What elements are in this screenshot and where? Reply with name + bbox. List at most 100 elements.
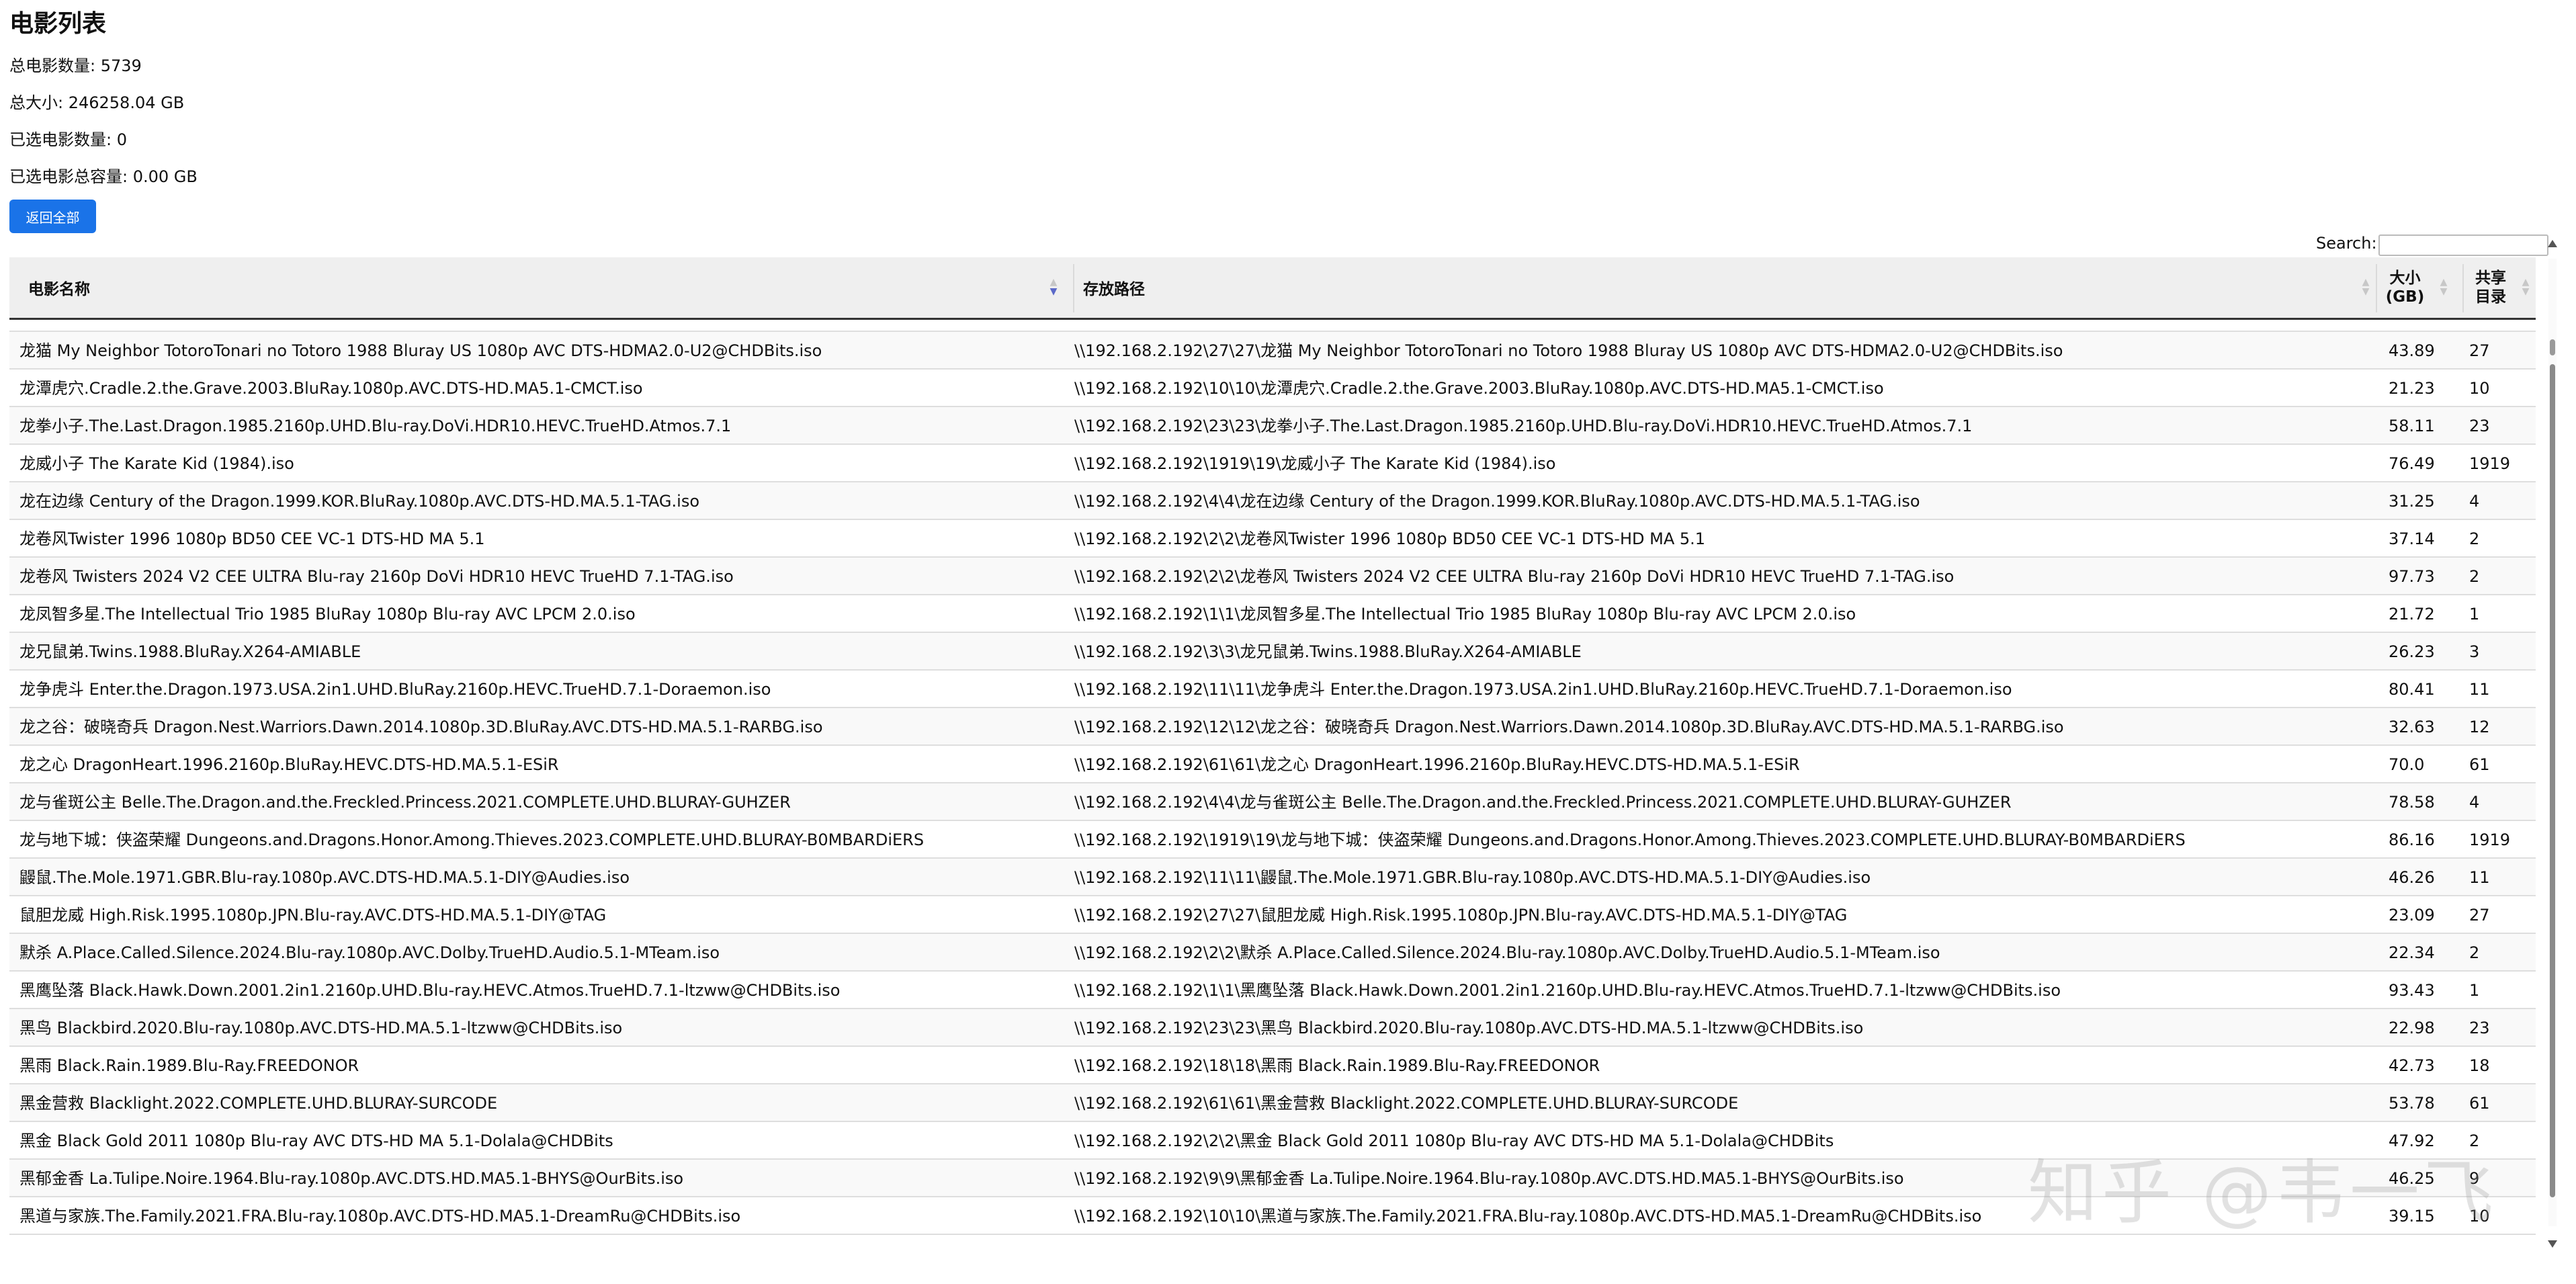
- movie-share-cell: 11: [2469, 868, 2490, 887]
- movie-path-cell: \\192.168.2.192\27\27\鼠胆龙威 High.Risk.199…: [1074, 906, 1848, 925]
- column-header-path[interactable]: 存放路径: [1083, 257, 1145, 318]
- table-row[interactable]: 龙卷风Twister 1996 1080p BD50 CEE VC-1 DTS-…: [9, 520, 2536, 558]
- movie-size-cell: 58.11: [2389, 417, 2435, 435]
- movie-share-cell: 61: [2469, 1094, 2490, 1113]
- movie-share-cell: 1: [2469, 605, 2480, 624]
- movie-share-cell: 2: [2469, 529, 2480, 548]
- movie-share-cell: 2: [2469, 567, 2480, 586]
- table-row[interactable]: 黑金营救 Blacklight.2022.COMPLETE.UHD.BLURAY…: [9, 1084, 2536, 1122]
- movie-name-cell: 龙在边缘 Century of the Dragon.1999.KOR.BluR…: [19, 492, 700, 511]
- movie-size-cell: 37.14: [2389, 529, 2435, 548]
- movie-path-cell: \\192.168.2.192\2\2\龙卷风Twister 1996 1080…: [1074, 529, 1706, 548]
- table-row[interactable]: 黑鸟 Blackbird.2020.Blu-ray.1080p.AVC.DTS-…: [9, 1009, 2536, 1047]
- movie-size-cell: 70.0: [2389, 755, 2425, 774]
- scroll-up-arrow-icon[interactable]: [2548, 240, 2557, 247]
- search-input[interactable]: [2378, 234, 2548, 256]
- table-row[interactable]: 龙兄鼠弟.Twins.1988.BluRay.X264-AMIABLE \\192…: [9, 633, 2536, 671]
- movie-share-cell: 12: [2469, 718, 2490, 736]
- movie-name-cell: 黑郁金香 La.Tulipe.Noire.1964.Blu-ray.1080p.…: [19, 1169, 684, 1188]
- table-row-partial: [9, 320, 2536, 332]
- movie-name-cell: 黑道与家族.The.Family.2021.FRA.Blu-ray.1080p.…: [19, 1207, 741, 1226]
- scroll-thumb-small[interactable]: [2550, 339, 2555, 355]
- table-row[interactable]: 龙争虎斗 Enter.the.Dragon.1973.USA.2in1.UHD.…: [9, 671, 2536, 708]
- movie-name-cell: 龙之谷：破晓奇兵 Dragon.Nest.Warriors.Dawn.2014.…: [19, 718, 823, 736]
- column-header-size[interactable]: 大小 (GB): [2380, 257, 2430, 318]
- movie-size-cell: 42.73: [2389, 1056, 2435, 1075]
- table-row[interactable]: 龙与雀斑公主 Belle.The.Dragon.and.the.Freckled…: [9, 783, 2536, 821]
- table-row[interactable]: 鼠胆龙威 High.Risk.1995.1080p.JPN.Blu-ray.AV…: [9, 896, 2536, 934]
- table-row[interactable]: 龙之谷：破晓奇兵 Dragon.Nest.Warriors.Dawn.2014.…: [9, 708, 2536, 746]
- sort-arrows-icon[interactable]: ▲ ▼: [2439, 277, 2448, 296]
- table-header: 电影名称 ▲ ▼ 存放路径 ▲ ▼ 大小 (GB) ▲ ▼ 共享 目录 ▲ ▼: [9, 257, 2536, 320]
- movie-path-cell: \\192.168.2.192\3\3\龙兄鼠弟.Twins.1988.BluR…: [1074, 642, 1582, 661]
- movie-name-cell: 龙潭虎穴.Cradle.2.the.Grave.2003.BluRay.1080…: [19, 379, 643, 398]
- movie-name-cell: 黑金营救 Blacklight.2022.COMPLETE.UHD.BLURAY…: [19, 1094, 498, 1113]
- movie-path-cell: \\192.168.2.192\2\2\默杀 A.Place.Called.Si…: [1074, 943, 1940, 962]
- table-body: 龙猫 My Neighbor TotoroTonari no Totoro 19…: [9, 320, 2536, 1242]
- table-row[interactable]: 黑鹰坠落 Black.Hawk.Down.2001.2in1.2160p.UHD…: [9, 972, 2536, 1009]
- table-row[interactable]: 龙之心 DragonHeart.1996.2160p.BluRay.HEVC.D…: [9, 746, 2536, 783]
- sort-arrows-icon[interactable]: ▲ ▼: [1049, 277, 1058, 296]
- movie-size-cell: 32.63: [2389, 718, 2435, 736]
- scroll-down-arrow-icon[interactable]: [2548, 1240, 2557, 1248]
- movie-share-cell: 4: [2469, 793, 2480, 812]
- size-header-line1: 大小: [2389, 269, 2421, 287]
- movie-path-cell: \\192.168.2.192\10\10\龙潭虎穴.Cradle.2.the.…: [1074, 379, 1884, 398]
- movie-size-cell: 93.43: [2389, 981, 2435, 1000]
- scroll-thumb[interactable]: [2550, 364, 2555, 1197]
- movie-share-cell: 27: [2469, 341, 2490, 360]
- movie-name-cell: 龙争虎斗 Enter.the.Dragon.1973.USA.2in1.UHD.…: [19, 680, 771, 699]
- movie-size-cell: 22.34: [2389, 943, 2435, 962]
- movie-table: 电影名称 ▲▼ 存放路径 ▲▼ 大小 (GB) ▲▼ 共享 目录 ▲▼: [9, 257, 2551, 1242]
- movie-path-cell: \\192.168.2.192\18\18\黑雨 Black.Rain.1989…: [1074, 1056, 1600, 1075]
- column-header-name[interactable]: 电影名称: [28, 257, 90, 318]
- page-title: 电影列表: [9, 10, 107, 38]
- share-header-line1: 共享: [2475, 269, 2506, 287]
- movie-size-cell: 80.41: [2389, 680, 2435, 699]
- table-scrollbar[interactable]: [2544, 240, 2562, 1248]
- total-count: 总电影数量: 5739: [9, 56, 142, 75]
- movie-name-cell: 黑鹰坠落 Black.Hawk.Down.2001.2in1.2160p.UHD…: [19, 981, 841, 1000]
- movie-share-cell: 23: [2469, 417, 2490, 435]
- sort-arrows-icon[interactable]: ▲ ▼: [2521, 277, 2530, 296]
- movie-size-cell: 31.25: [2389, 492, 2435, 511]
- movie-path-cell: \\192.168.2.192\4\4\龙与雀斑公主 Belle.The.Dra…: [1074, 793, 2012, 812]
- movie-path-cell: \\192.168.2.192\27\27\龙猫 My Neighbor Tot…: [1074, 341, 2063, 360]
- reset-all-button[interactable]: 返回全部: [9, 200, 96, 233]
- column-divider: [1073, 264, 1074, 312]
- movie-path-cell: \\192.168.2.192\1\1\黑鹰坠落 Black.Hawk.Down…: [1074, 981, 2061, 1000]
- movie-path-cell: \\192.168.2.192\61\61\龙之心 DragonHeart.19…: [1074, 755, 1800, 774]
- column-divider: [2462, 264, 2464, 312]
- movie-share-cell: 1: [2469, 981, 2480, 1000]
- table-row[interactable]: 龙在边缘 Century of the Dragon.1999.KOR.BluR…: [9, 482, 2536, 520]
- table-row[interactable]: 龙猫 My Neighbor TotoroTonari no Totoro 19…: [9, 332, 2536, 370]
- movie-size-cell: 26.23: [2389, 642, 2435, 661]
- movie-name-cell: 龙拳小子.The.Last.Dragon.1985.2160p.UHD.Blu-…: [19, 417, 732, 435]
- movie-name-cell: 龙与雀斑公主 Belle.The.Dragon.and.the.Freckled…: [19, 793, 791, 812]
- table-row[interactable]: 鼹鼠.The.Mole.1971.GBR.Blu-ray.1080p.AVC.D…: [9, 859, 2536, 896]
- movie-share-cell: 1919: [2469, 454, 2511, 473]
- movie-path-cell: \\192.168.2.192\11\11\龙争虎斗 Enter.the.Dra…: [1074, 680, 2012, 699]
- table-row[interactable]: 龙卷风 Twisters 2024 V2 CEE ULTRA Blu-ray 2…: [9, 558, 2536, 595]
- movie-size-cell: 86.16: [2389, 830, 2435, 849]
- table-row[interactable]: 龙威小子 The Karate Kid (1984).iso \\192.168.…: [9, 445, 2536, 482]
- movie-share-cell: 4: [2469, 492, 2480, 511]
- table-row[interactable]: 默杀 A.Place.Called.Silence.2024.Blu-ray.1…: [9, 934, 2536, 972]
- movie-size-cell: 23.09: [2389, 906, 2435, 925]
- movie-share-cell: 2: [2469, 943, 2480, 962]
- table-row[interactable]: 黑雨 Black.Rain.1989.Blu-Ray.FREEDONOR \\19…: [9, 1047, 2536, 1084]
- movie-path-cell: \\192.168.2.192\23\23\龙拳小子.The.Last.Drag…: [1074, 417, 1973, 435]
- movie-name-cell: 黑雨 Black.Rain.1989.Blu-Ray.FREEDONOR: [19, 1056, 359, 1075]
- size-header-line2: (GB): [2385, 288, 2425, 306]
- table-row[interactable]: 龙与地下城：侠盗荣耀 Dungeons.and.Dragons.Honor.Am…: [9, 821, 2536, 859]
- movie-name-cell: 龙卷风Twister 1996 1080p BD50 CEE VC-1 DTS-…: [19, 529, 485, 548]
- movie-size-cell: 21.72: [2389, 605, 2435, 624]
- table-row[interactable]: 龙凤智多星.The Intellectual Trio 1985 BluRay …: [9, 595, 2536, 633]
- sort-arrows-icon[interactable]: ▲ ▼: [2361, 277, 2370, 296]
- movie-name-cell: 龙兄鼠弟.Twins.1988.BluRay.X264-AMIABLE: [19, 642, 361, 661]
- table-row[interactable]: 龙潭虎穴.Cradle.2.the.Grave.2003.BluRay.1080…: [9, 370, 2536, 407]
- table-row[interactable]: 龙拳小子.The.Last.Dragon.1985.2160p.UHD.Blu-…: [9, 407, 2536, 445]
- movie-path-cell: \\192.168.2.192\1919\19\龙威小子 The Karate …: [1074, 454, 1556, 473]
- movie-name-cell: 龙卷风 Twisters 2024 V2 CEE ULTRA Blu-ray 2…: [19, 567, 734, 586]
- column-header-share[interactable]: 共享 目录: [2471, 257, 2511, 318]
